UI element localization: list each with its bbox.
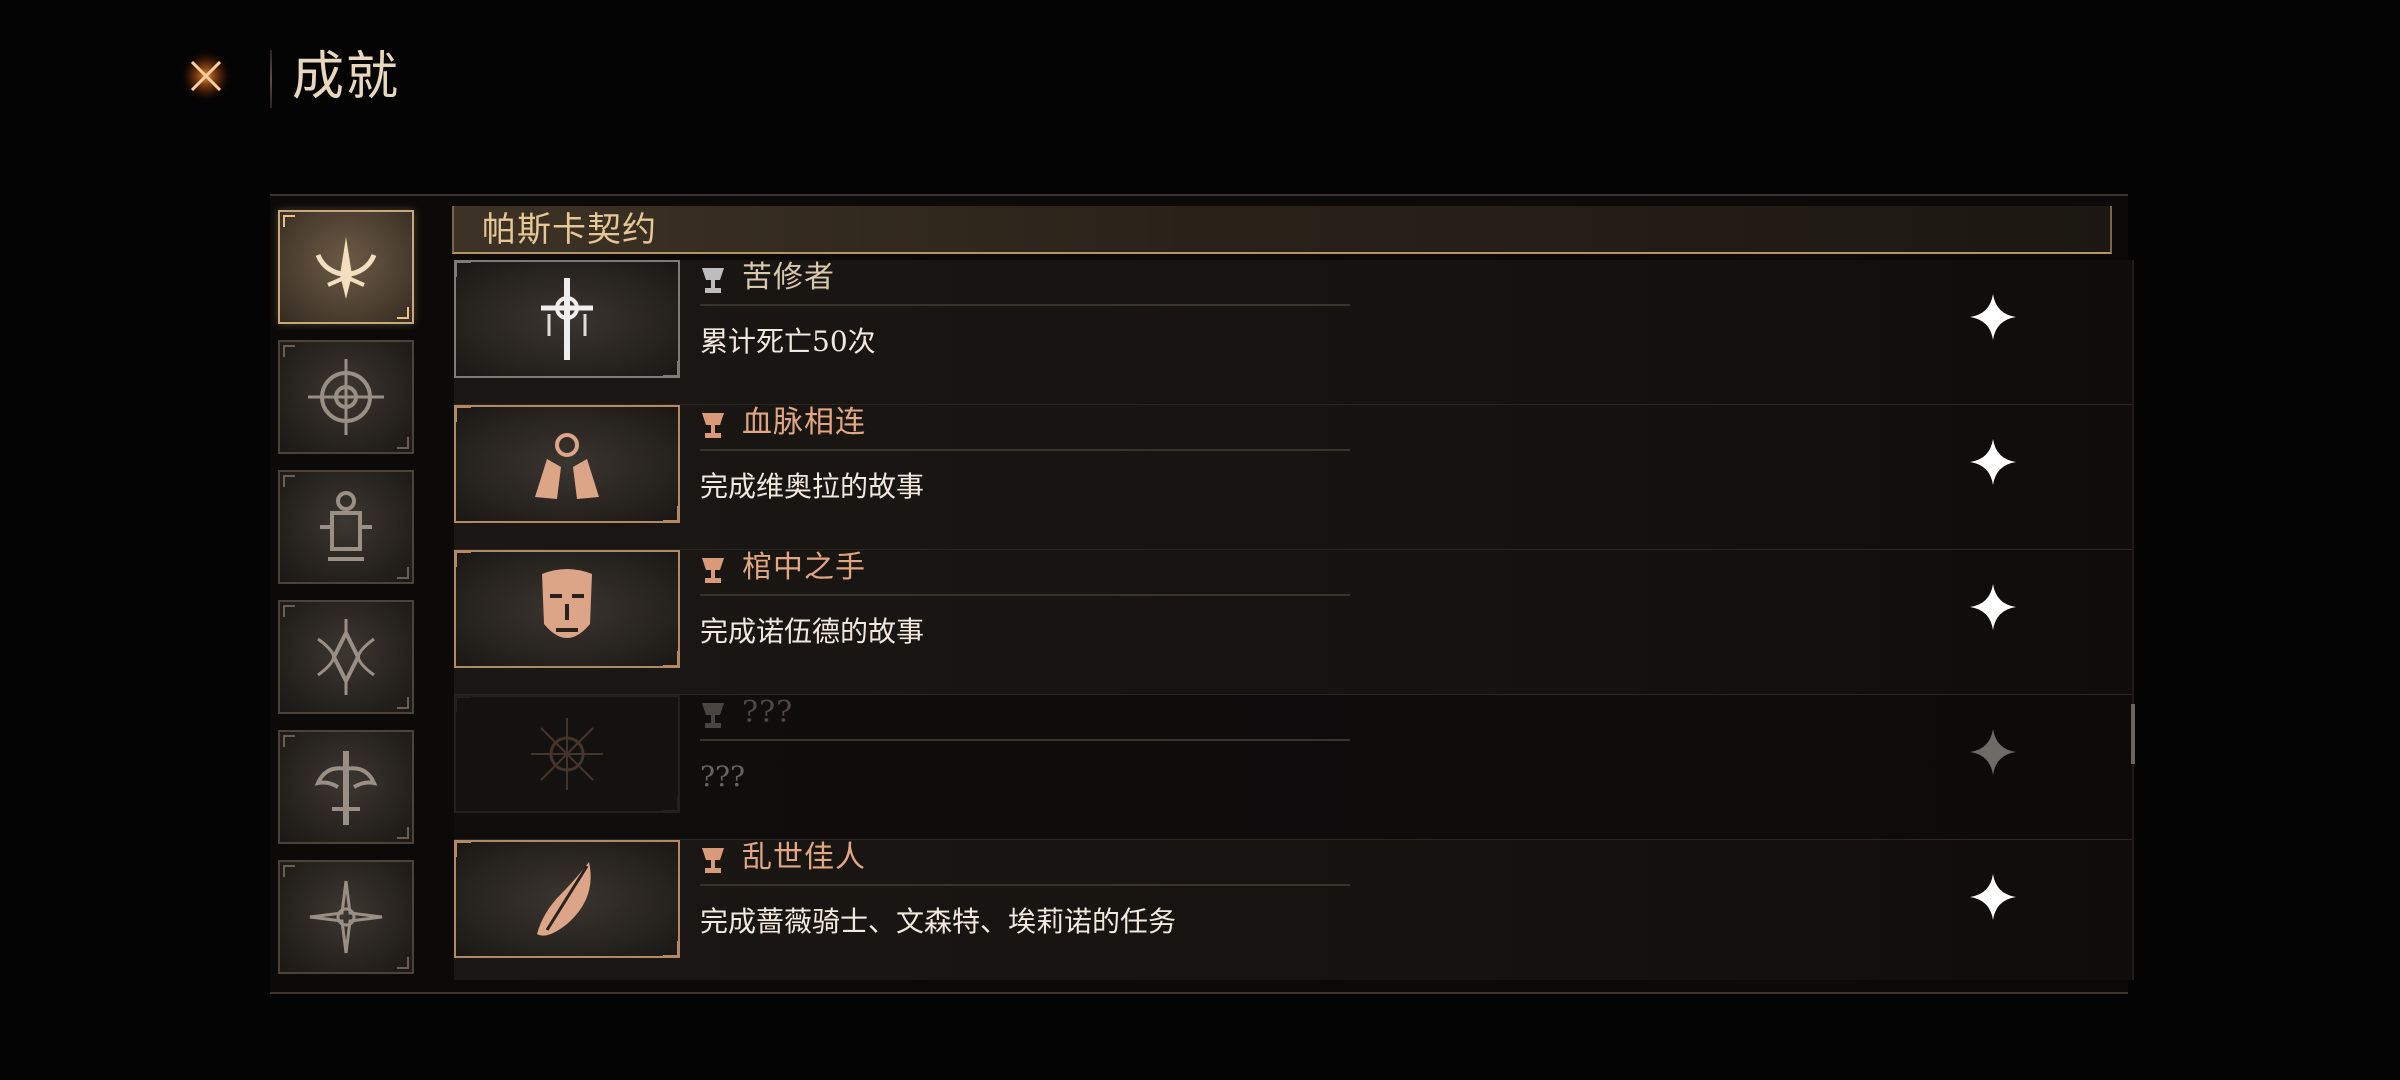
achievement-name: 苦修者 <box>742 260 835 295</box>
achievement-name-row: ??? <box>700 695 1350 741</box>
sun-sigil-icon <box>531 718 603 790</box>
achievement-thumbnail <box>454 550 680 668</box>
achievement-row[interactable]: 血脉相连 完成维奥拉的故事 <box>454 405 2134 550</box>
trophy-cup-icon <box>702 558 724 583</box>
category-tab-1[interactable] <box>278 210 414 324</box>
page-title: 成就 <box>292 47 401 107</box>
trophy-cup-icon <box>702 703 724 728</box>
category-title: 帕斯卡契约 <box>482 210 657 250</box>
category-tab-5[interactable] <box>278 730 414 844</box>
achievement-name: 棺中之手 <box>742 550 866 585</box>
achievement-name: 血脉相连 <box>742 405 866 440</box>
category-tab-3[interactable] <box>278 470 414 584</box>
achievement-row[interactable]: 棺中之手 完成诺伍德的故事 <box>454 550 2134 695</box>
sparkle-star-icon <box>1970 729 2016 775</box>
achievement-description: 完成维奥拉的故事 <box>700 470 925 503</box>
header-divider <box>270 50 272 108</box>
sparkle-star-icon <box>1970 439 2016 485</box>
achievement-name-row: 血脉相连 <box>700 405 1350 451</box>
category-banner: 帕斯卡契约 <box>452 206 2112 254</box>
achievement-row[interactable]: 乱世佳人 完成蔷薇骑士、文森特、埃莉诺的任务 <box>454 840 2134 980</box>
close-x-icon <box>180 50 232 102</box>
achievement-thumbnail <box>454 260 680 378</box>
lantern-sigil-icon <box>320 491 372 561</box>
achievement-thumbnail <box>454 840 680 958</box>
scrollbar-track[interactable] <box>2132 260 2134 980</box>
achievement-name: ??? <box>742 695 794 730</box>
achievements-screen: 成就 帕斯卡契约 苦修者 累计死亡50次 血脉相连 完成维奥拉的故事 棺中之手 … <box>0 0 2400 1080</box>
trophy-cup-icon <box>702 413 724 438</box>
mask-icon <box>542 569 592 638</box>
achievement-list[interactable]: 苦修者 累计死亡50次 血脉相连 完成维奥拉的故事 棺中之手 完成诺伍德的故事 … <box>454 260 2134 980</box>
sparkle-star-icon <box>1970 874 2016 920</box>
achievement-name-row: 乱世佳人 <box>700 840 1350 886</box>
category-sidebar <box>278 210 426 990</box>
achievement-row-locked[interactable]: ??? ??? <box>454 695 2134 840</box>
achievement-description: 完成蔷薇骑士、文森特、埃莉诺的任务 <box>700 905 1177 938</box>
crescent-flame-icon <box>315 237 377 299</box>
category-tab-2[interactable] <box>278 340 414 454</box>
achievements-panel: 帕斯卡契约 苦修者 累计死亡50次 血脉相连 完成维奥拉的故事 棺中之手 完成诺… <box>270 194 2135 994</box>
thorn-crest-icon <box>317 619 375 695</box>
close-button[interactable] <box>178 48 234 104</box>
twin-hands-icon <box>535 433 599 499</box>
trophy-cup-icon <box>702 268 724 293</box>
category-tab-4[interactable] <box>278 600 414 714</box>
feather-leaf-icon <box>537 862 591 936</box>
achievement-name-row: 苦修者 <box>700 260 1350 306</box>
radiant-star-icon <box>309 880 383 954</box>
compass-sigil-icon <box>308 359 384 435</box>
achievement-name-row: 棺中之手 <box>700 550 1350 596</box>
achievement-thumbnail <box>454 695 680 813</box>
scrollbar-thumb[interactable] <box>2131 704 2135 764</box>
tree-sword-icon <box>314 751 378 825</box>
achievement-row[interactable]: 苦修者 累计死亡50次 <box>454 260 2134 405</box>
achievement-thumbnail <box>454 405 680 523</box>
achievement-description: 完成诺伍德的故事 <box>700 615 925 648</box>
achievement-description: ??? <box>700 760 746 793</box>
cross-dagger-icon <box>541 278 593 360</box>
category-tab-6[interactable] <box>278 860 414 974</box>
achievement-description: 累计死亡50次 <box>700 325 876 358</box>
sparkle-star-icon <box>1970 584 2016 630</box>
achievement-name: 乱世佳人 <box>742 840 866 875</box>
trophy-cup-icon <box>702 848 724 873</box>
sparkle-star-icon <box>1970 294 2016 340</box>
